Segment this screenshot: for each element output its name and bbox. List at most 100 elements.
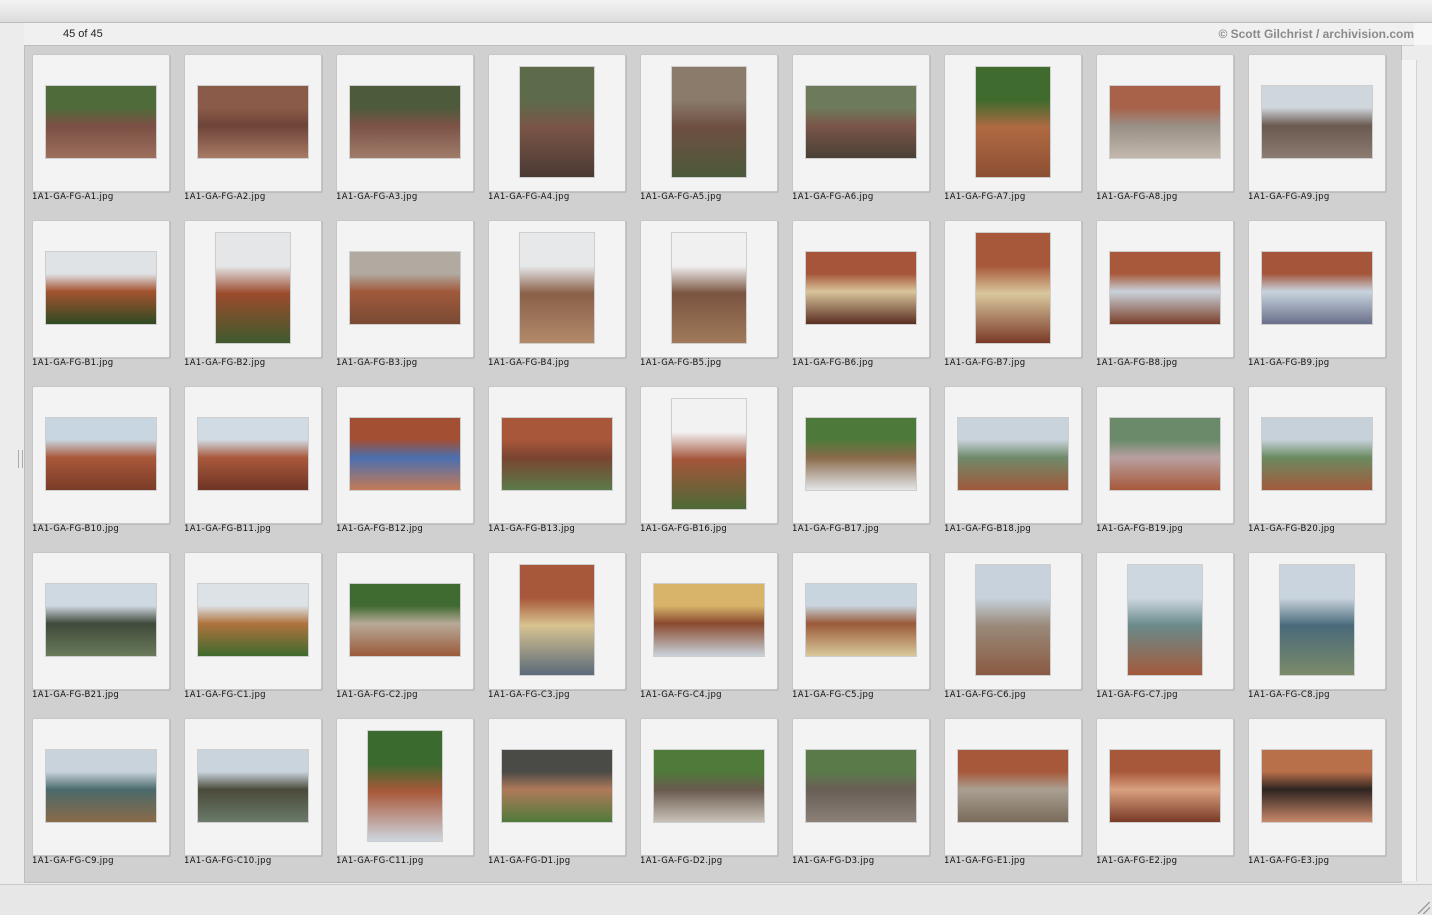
slide-mount[interactable] xyxy=(1096,552,1234,690)
thumbnail-cell[interactable]: 1A1-GA-FG-B7.jpg xyxy=(937,212,1089,378)
thumbnail-cell[interactable]: 1A1-GA-FG-B6.jpg xyxy=(785,212,937,378)
thumbnail-image[interactable] xyxy=(198,418,308,490)
thumbnail-image[interactable] xyxy=(216,233,290,343)
slide-mount[interactable] xyxy=(336,552,474,690)
thumbnail-image[interactable] xyxy=(520,565,594,675)
slide-mount[interactable] xyxy=(1248,220,1386,358)
slide-mount[interactable] xyxy=(32,718,170,856)
thumbnail-cell[interactable]: 1A1-GA-FG-E1.jpg xyxy=(937,710,1089,876)
thumbnail-cell[interactable]: 1A1-GA-FG-C4.jpg xyxy=(633,544,785,710)
thumbnail-cell[interactable]: 1A1-GA-FG-C3.jpg xyxy=(481,544,633,710)
thumbnail-cell[interactable]: 1A1-GA-FG-B10.jpg xyxy=(25,378,177,544)
slide-mount[interactable] xyxy=(336,718,474,856)
slide-mount[interactable] xyxy=(488,552,626,690)
thumbnail-cell[interactable]: 1A1-GA-FG-B5.jpg xyxy=(633,212,785,378)
slide-mount[interactable] xyxy=(792,54,930,192)
thumbnail-image[interactable] xyxy=(198,86,308,158)
thumbnail-image[interactable] xyxy=(1262,86,1372,158)
thumbnail-cell[interactable]: 1A1-GA-FG-B18.jpg xyxy=(937,378,1089,544)
thumbnail-cell[interactable]: 1A1-GA-FG-A2.jpg xyxy=(177,46,329,212)
thumbnail-image[interactable] xyxy=(350,418,460,490)
slide-mount[interactable] xyxy=(792,220,930,358)
thumbnail-cell[interactable]: 1A1-GA-FG-C10.jpg xyxy=(177,710,329,876)
thumbnail-cell[interactable]: 1A1-GA-FG-B16.jpg xyxy=(633,378,785,544)
slide-mount[interactable] xyxy=(1248,386,1386,524)
thumbnail-image[interactable] xyxy=(1128,565,1202,675)
thumbnail-image[interactable] xyxy=(672,233,746,343)
thumbnail-image[interactable] xyxy=(520,67,594,177)
slide-mount[interactable] xyxy=(488,718,626,856)
thumbnail-image[interactable] xyxy=(520,233,594,343)
slide-mount[interactable] xyxy=(184,552,322,690)
thumbnail-image[interactable] xyxy=(350,584,460,656)
thumbnail-cell[interactable]: 1A1-GA-FG-A3.jpg xyxy=(329,46,481,212)
thumbnail-cell[interactable]: 1A1-GA-FG-A7.jpg xyxy=(937,46,1089,212)
slide-mount[interactable] xyxy=(184,718,322,856)
thumbnail-cell[interactable]: 1A1-GA-FG-B19.jpg xyxy=(1089,378,1241,544)
slide-mount[interactable] xyxy=(336,54,474,192)
thumbnail-image[interactable] xyxy=(806,252,916,324)
thumbnail-cell[interactable]: 1A1-GA-FG-A9.jpg xyxy=(1241,46,1393,212)
thumbnail-image[interactable] xyxy=(976,565,1050,675)
thumbnail-cell[interactable]: 1A1-GA-FG-B20.jpg xyxy=(1241,378,1393,544)
thumbnail-cell[interactable]: 1A1-GA-FG-C9.jpg xyxy=(25,710,177,876)
thumbnail-image[interactable] xyxy=(976,67,1050,177)
thumbnail-image[interactable] xyxy=(976,233,1050,343)
thumbnail-cell[interactable]: 1A1-GA-FG-B21.jpg xyxy=(25,544,177,710)
slide-mount[interactable] xyxy=(336,220,474,358)
thumbnail-image[interactable] xyxy=(806,418,916,490)
thumbnail-image[interactable] xyxy=(958,750,1068,822)
thumbnail-image[interactable] xyxy=(654,584,764,656)
slide-mount[interactable] xyxy=(184,54,322,192)
thumbnail-cell[interactable]: 1A1-GA-FG-D3.jpg xyxy=(785,710,937,876)
thumbnail-cell[interactable]: 1A1-GA-FG-B2.jpg xyxy=(177,212,329,378)
thumbnail-image[interactable] xyxy=(46,750,156,822)
thumbnail-image[interactable] xyxy=(958,418,1068,490)
slide-mount[interactable] xyxy=(488,54,626,192)
window-resize-grip-icon[interactable] xyxy=(1418,902,1430,914)
thumbnail-cell[interactable]: 1A1-GA-FG-A6.jpg xyxy=(785,46,937,212)
thumbnail-cell[interactable]: 1A1-GA-FG-C6.jpg xyxy=(937,544,1089,710)
slide-mount[interactable] xyxy=(944,54,1082,192)
slide-mount[interactable] xyxy=(640,552,778,690)
thumbnail-cell[interactable]: 1A1-GA-FG-E2.jpg xyxy=(1089,710,1241,876)
thumbnail-image[interactable] xyxy=(806,750,916,822)
thumbnail-cell[interactable]: 1A1-GA-FG-C7.jpg xyxy=(1089,544,1241,710)
slide-mount[interactable] xyxy=(944,220,1082,358)
slide-mount[interactable] xyxy=(1096,54,1234,192)
thumbnail-image[interactable] xyxy=(502,418,612,490)
thumbnail-image[interactable] xyxy=(350,252,460,324)
thumbnail-image[interactable] xyxy=(806,86,916,158)
slide-mount[interactable] xyxy=(1096,220,1234,358)
thumbnail-image[interactable] xyxy=(1110,252,1220,324)
thumbnail-cell[interactable]: 1A1-GA-FG-C5.jpg xyxy=(785,544,937,710)
thumbnail-image[interactable] xyxy=(1280,565,1354,675)
thumbnail-image[interactable] xyxy=(672,399,746,509)
thumbnail-cell[interactable]: 1A1-GA-FG-E3.jpg xyxy=(1241,710,1393,876)
thumbnail-cell[interactable]: 1A1-GA-FG-B1.jpg xyxy=(25,212,177,378)
slide-mount[interactable] xyxy=(32,552,170,690)
thumbnail-image[interactable] xyxy=(806,584,916,656)
thumbnail-cell[interactable]: 1A1-GA-FG-C11.jpg xyxy=(329,710,481,876)
thumbnail-image[interactable] xyxy=(1262,418,1372,490)
slide-mount[interactable] xyxy=(1248,718,1386,856)
slide-mount[interactable] xyxy=(488,220,626,358)
thumbnail-image[interactable] xyxy=(368,731,442,841)
thumbnail-cell[interactable]: 1A1-GA-FG-B13.jpg xyxy=(481,378,633,544)
slide-mount[interactable] xyxy=(1248,54,1386,192)
thumbnail-cell[interactable]: 1A1-GA-FG-D2.jpg xyxy=(633,710,785,876)
thumbnail-cell[interactable]: 1A1-GA-FG-D1.jpg xyxy=(481,710,633,876)
slide-mount[interactable] xyxy=(32,220,170,358)
thumbnail-image[interactable] xyxy=(198,750,308,822)
slide-mount[interactable] xyxy=(792,718,930,856)
thumbnail-image[interactable] xyxy=(1110,750,1220,822)
thumbnail-image[interactable] xyxy=(46,86,156,158)
slide-mount[interactable] xyxy=(640,54,778,192)
panel-resize-handle[interactable] xyxy=(18,450,23,468)
slide-mount[interactable] xyxy=(32,54,170,192)
thumbnail-image[interactable] xyxy=(672,67,746,177)
thumbnail-cell[interactable]: 1A1-GA-FG-A4.jpg xyxy=(481,46,633,212)
slide-mount[interactable] xyxy=(184,386,322,524)
slide-mount[interactable] xyxy=(488,386,626,524)
thumbnail-image[interactable] xyxy=(502,750,612,822)
